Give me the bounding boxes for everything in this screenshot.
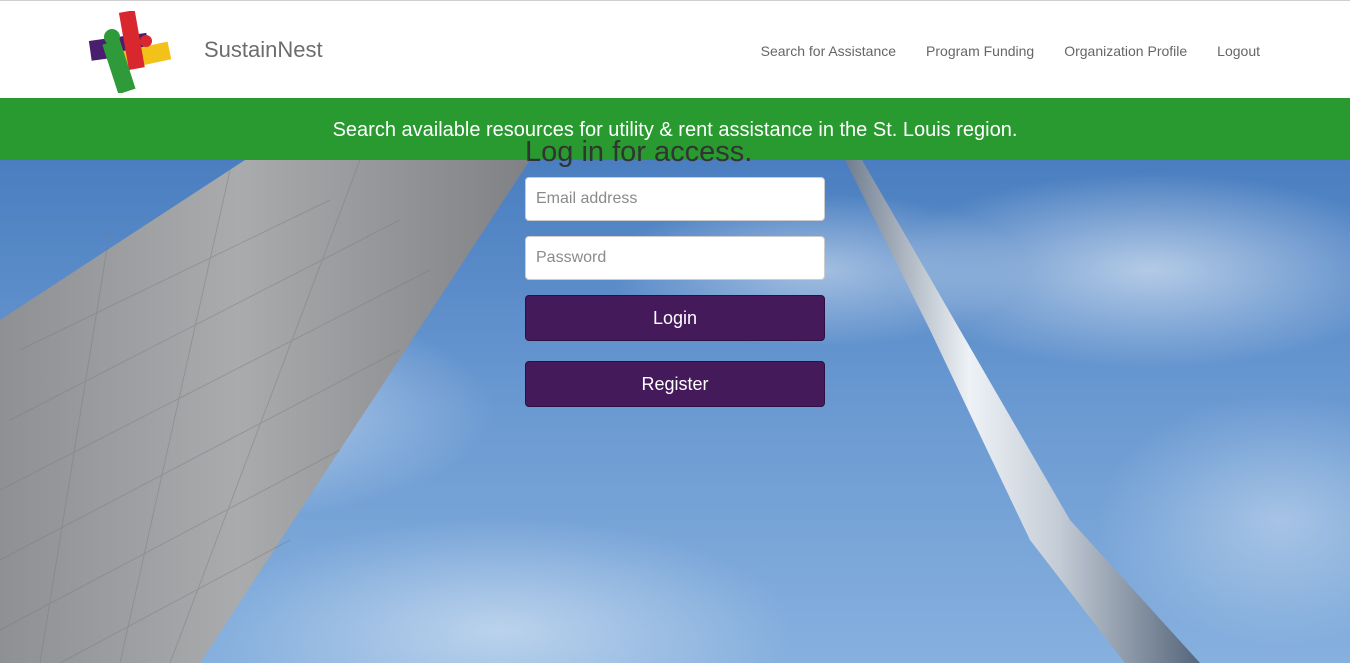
password-input[interactable] [525, 236, 825, 280]
login-heading: Log in for access. [525, 136, 753, 168]
email-input[interactable] [525, 177, 825, 221]
nav-logout[interactable]: Logout [1217, 43, 1260, 59]
site-header: SustainNest Search for Assistance Progra… [0, 0, 1350, 98]
login-form: Log in for access. Login Register [525, 135, 825, 407]
logo-hands-icon[interactable] [88, 11, 172, 93]
register-button[interactable]: Register [525, 361, 825, 407]
nav-program-funding[interactable]: Program Funding [926, 43, 1034, 59]
brand-name[interactable]: SustainNest [204, 37, 323, 63]
nav-organization-profile[interactable]: Organization Profile [1064, 43, 1187, 59]
main-nav: Search for Assistance Program Funding Or… [731, 43, 1260, 59]
nav-search-for-assistance[interactable]: Search for Assistance [761, 43, 896, 59]
login-button[interactable]: Login [525, 295, 825, 341]
